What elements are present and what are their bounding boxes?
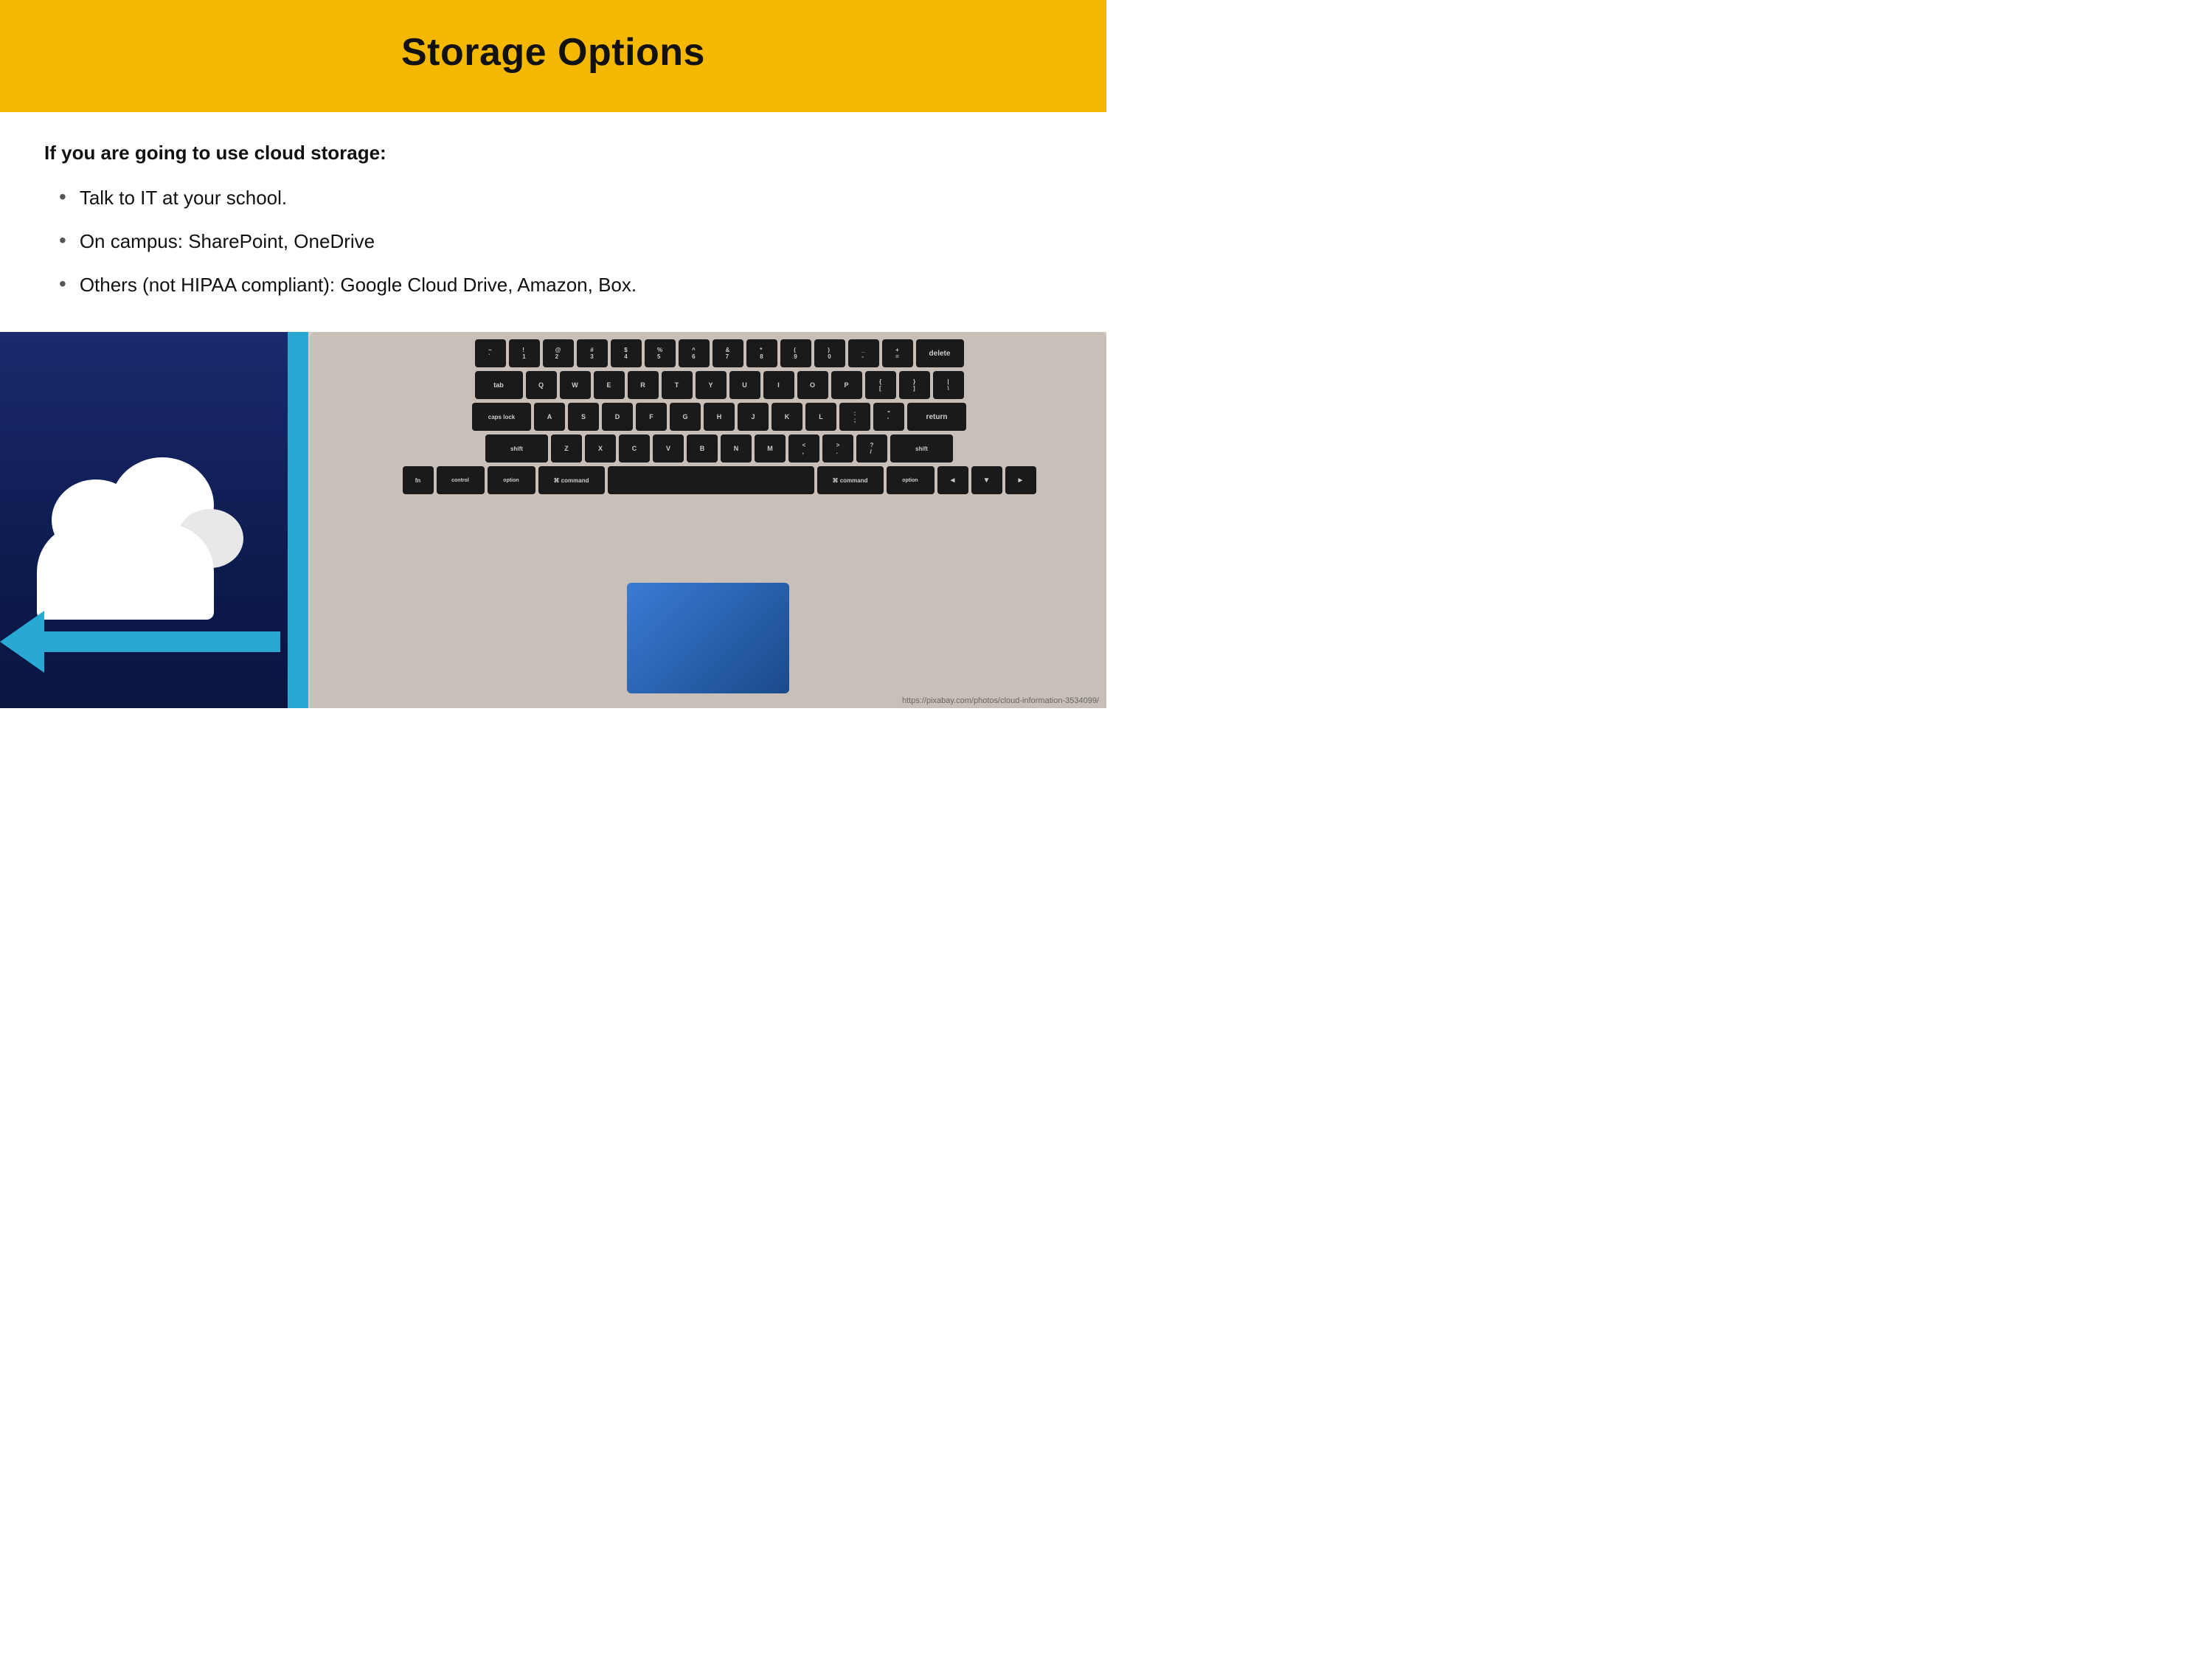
- intro-text: If you are going to use cloud storage:: [44, 142, 1062, 164]
- key: ◄: [937, 466, 968, 494]
- key: F: [636, 403, 667, 431]
- key: delete: [916, 339, 964, 367]
- arrow-head: [0, 611, 44, 673]
- key: }]: [899, 371, 930, 399]
- key: !1: [509, 339, 540, 367]
- page-title: Storage Options: [401, 30, 705, 75]
- arrow-container: [0, 620, 280, 664]
- keyboard-area: ~` !1 @2 #3 $4 %5 ^6 &7 *8 (9 )0 _- += d…: [347, 339, 1092, 558]
- cloud-body: [37, 524, 214, 620]
- key: |\: [933, 371, 964, 399]
- key: W: [560, 371, 591, 399]
- key: &7: [713, 339, 743, 367]
- laptop-frame: ~` !1 @2 #3 $4 %5 ^6 &7 *8 (9 )0 _- += d…: [310, 332, 1106, 708]
- key: N: [721, 434, 752, 463]
- key-row-3: caps lock A S D F G H J K L :; "' return: [347, 403, 1092, 431]
- key: shift: [485, 434, 548, 463]
- key: D: [602, 403, 633, 431]
- key: A: [534, 403, 565, 431]
- key: ⌘ command: [817, 466, 884, 494]
- key: H: [704, 403, 735, 431]
- key: %5: [645, 339, 676, 367]
- key: ⌘ command: [538, 466, 605, 494]
- images-section: ~` !1 @2 #3 $4 %5 ^6 &7 *8 (9 )0 _- += d…: [0, 332, 1106, 708]
- key: ?/: [856, 434, 887, 463]
- key: <,: [788, 434, 819, 463]
- key: M: [755, 434, 786, 463]
- key: Y: [696, 371, 727, 399]
- key: $4: [611, 339, 642, 367]
- key: S: [568, 403, 599, 431]
- key: option: [887, 466, 935, 494]
- key: +=: [882, 339, 913, 367]
- key-row-5: fn control option ⌘ command ⌘ command op…: [347, 466, 1092, 494]
- key-row-2: tab Q W E R T Y U I O P {[ }] |\: [347, 371, 1092, 399]
- cloud-image: [0, 332, 288, 708]
- key: Z: [551, 434, 582, 463]
- key: _-: [848, 339, 879, 367]
- laptop-image: ~` !1 @2 #3 $4 %5 ^6 &7 *8 (9 )0 _- += d…: [288, 332, 1106, 708]
- key: ~`: [475, 339, 506, 367]
- key: I: [763, 371, 794, 399]
- key: G: [670, 403, 701, 431]
- spacebar-key: [608, 466, 814, 494]
- key: V: [653, 434, 684, 463]
- key: {[: [865, 371, 896, 399]
- key: ^6: [679, 339, 710, 367]
- key: T: [662, 371, 693, 399]
- header-section: Storage Options: [0, 0, 1106, 112]
- bullet-text-2: On campus: SharePoint, OneDrive: [80, 230, 375, 253]
- key: >.: [822, 434, 853, 463]
- key: #3: [577, 339, 608, 367]
- key: "': [873, 403, 904, 431]
- key: @2: [543, 339, 574, 367]
- key: caps lock: [472, 403, 531, 431]
- key: return: [907, 403, 966, 431]
- bullet-dot: •: [59, 229, 66, 252]
- key: O: [797, 371, 828, 399]
- key: ►: [1005, 466, 1036, 494]
- bullet-text-1: Talk to IT at your school.: [80, 187, 287, 209]
- key: option: [488, 466, 535, 494]
- key: :;: [839, 403, 870, 431]
- key-row-4: shift Z X C V B N M <, >. ?/ shift: [347, 434, 1092, 463]
- trackpad: [627, 583, 789, 693]
- key: shift: [890, 434, 953, 463]
- key: X: [585, 434, 616, 463]
- key: ▼: [971, 466, 1002, 494]
- list-item: • Others (not HIPAA compliant): Google C…: [59, 274, 1062, 297]
- key: C: [619, 434, 650, 463]
- key: )0: [814, 339, 845, 367]
- content-section: If you are going to use cloud storage: •…: [0, 112, 1106, 332]
- key: B: [687, 434, 718, 463]
- key: control: [437, 466, 485, 494]
- vertical-divider: [288, 332, 308, 708]
- bullet-text-3: Others (not HIPAA compliant): Google Clo…: [80, 274, 637, 297]
- bullet-list: • Talk to IT at your school. • On campus…: [44, 187, 1062, 297]
- bullet-dot: •: [59, 272, 66, 296]
- bullet-dot: •: [59, 185, 66, 209]
- key: K: [772, 403, 802, 431]
- key: (9: [780, 339, 811, 367]
- key: P: [831, 371, 862, 399]
- key: L: [805, 403, 836, 431]
- arrow-shaft: [44, 631, 280, 652]
- list-item: • On campus: SharePoint, OneDrive: [59, 230, 1062, 253]
- cloud-shape: [15, 472, 236, 620]
- footer-url: https://pixabay.com/photos/cloud-informa…: [902, 696, 1099, 705]
- key: *8: [746, 339, 777, 367]
- key: tab: [475, 371, 523, 399]
- key-row-1: ~` !1 @2 #3 $4 %5 ^6 &7 *8 (9 )0 _- += d…: [347, 339, 1092, 367]
- key: E: [594, 371, 625, 399]
- key: J: [738, 403, 769, 431]
- key: fn: [403, 466, 434, 494]
- key: U: [729, 371, 760, 399]
- key: R: [628, 371, 659, 399]
- key: Q: [526, 371, 557, 399]
- list-item: • Talk to IT at your school.: [59, 187, 1062, 209]
